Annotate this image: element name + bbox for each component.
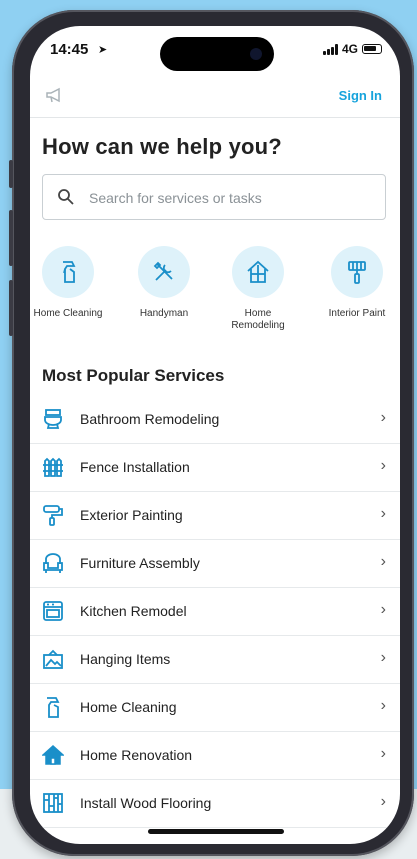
chevron-right-icon: › (380, 505, 386, 522)
volume-up-button (9, 210, 13, 266)
page-title: How can we help you? (42, 134, 282, 159)
chevron-right-icon: › (380, 793, 386, 810)
service-label: Furniture Assembly (80, 555, 200, 571)
status-time: 14:45 (50, 41, 89, 58)
service-label: Install Wood Flooring (80, 795, 212, 811)
battery-icon (362, 44, 382, 54)
service-row-install-wood-flooring[interactable]: Install Wood Flooring › (30, 780, 400, 828)
service-row-home-renovation[interactable]: Home Renovation › (30, 732, 400, 780)
popular-services-list: Bathroom Remodeling › Fence Installation… (30, 396, 400, 828)
oven-icon (43, 601, 63, 621)
signal-icon (322, 43, 338, 55)
armchair-icon (43, 553, 63, 573)
service-label: Exterior Painting (80, 507, 183, 523)
status-indicators: 4G (322, 42, 382, 56)
service-row-home-cleaning[interactable]: Home Cleaning › (30, 684, 400, 732)
chevron-right-icon: › (380, 409, 386, 426)
spray-bottle-icon (47, 697, 60, 718)
paint-brush-icon (348, 261, 366, 284)
picture-frame-icon (43, 649, 63, 669)
category-label: Interior Paint (328, 308, 386, 319)
network-type: 4G (341, 42, 358, 56)
top-bar: Sign In (30, 82, 400, 114)
section-title: Most Popular Services (42, 366, 225, 385)
category-home-cleaning[interactable]: Home Cleaning (30, 246, 113, 320)
search-icon (57, 188, 75, 211)
service-row-hanging-items[interactable]: Hanging Items › (30, 636, 400, 684)
category-icon-circle (232, 246, 284, 298)
search-box[interactable] (42, 174, 386, 221)
category-label: Home Cleaning (33, 308, 103, 319)
chevron-right-icon: › (380, 553, 386, 570)
camera-icon (250, 48, 262, 60)
service-label: Hanging Items (80, 651, 171, 667)
service-row-exterior-painting[interactable]: Exterior Painting › (30, 492, 400, 540)
house-icon (42, 744, 64, 765)
chevron-right-icon: › (380, 649, 386, 666)
tools-icon (153, 261, 173, 281)
toilet-icon (44, 409, 62, 429)
status-bar: 14:45 ➤ 4G (30, 26, 400, 71)
service-row-kitchen-remodel[interactable]: Kitchen Remodel › (30, 588, 400, 636)
category-icon-circle (331, 246, 383, 298)
home-indicator[interactable] (148, 829, 284, 834)
service-label: Kitchen Remodel (80, 603, 187, 619)
category-handyman[interactable]: Handyman (119, 246, 209, 320)
header-divider (30, 117, 400, 118)
paint-roller-icon (43, 505, 63, 526)
spray-bottle-icon (63, 261, 76, 283)
category-interior-paint[interactable]: Interior Paint (312, 246, 400, 320)
chevron-right-icon: › (380, 745, 386, 762)
category-label: Home Remodeling (231, 308, 285, 331)
chevron-right-icon: › (380, 601, 386, 618)
service-row-bathroom-remodeling[interactable]: Bathroom Remodeling › (30, 396, 400, 444)
search-input[interactable] (87, 175, 381, 221)
chevron-right-icon: › (380, 697, 386, 714)
category-icon-circle (138, 246, 190, 298)
action-button (9, 160, 13, 188)
location-arrow-icon: ➤ (98, 44, 108, 56)
fence-icon (43, 457, 63, 477)
dynamic-island (160, 37, 274, 71)
service-row-fence-installation[interactable]: Fence Installation › (30, 444, 400, 492)
volume-down-button (9, 280, 13, 336)
megaphone-icon[interactable] (44, 84, 66, 111)
chevron-right-icon: › (380, 457, 386, 474)
service-row-furniture-assembly[interactable]: Furniture Assembly › (30, 540, 400, 588)
category-carousel[interactable]: Home Cleaning Handyman Home Remodeling I… (30, 246, 400, 346)
wood-floor-icon (43, 793, 63, 813)
service-label: Home Cleaning (80, 699, 177, 715)
category-label: Handyman (139, 308, 189, 319)
house-icon (247, 260, 269, 283)
service-label: Home Renovation (80, 747, 193, 763)
app-screen: 14:45 ➤ 4G Sign In How can we help you? (30, 26, 400, 844)
service-label: Bathroom Remodeling (80, 411, 220, 427)
service-label: Fence Installation (80, 459, 190, 475)
sign-in-button[interactable]: Sign In (339, 88, 382, 103)
category-home-remodeling[interactable]: Home Remodeling (213, 246, 303, 332)
category-icon-circle (42, 246, 94, 298)
